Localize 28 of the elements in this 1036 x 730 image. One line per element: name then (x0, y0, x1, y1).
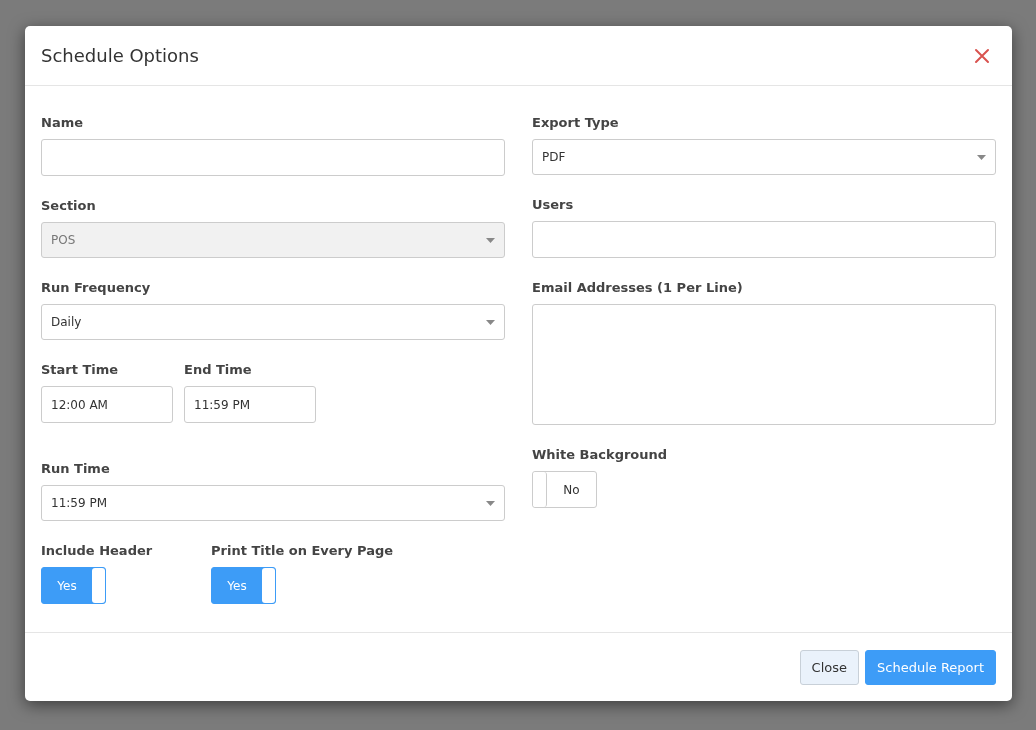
caret-icon (977, 154, 986, 160)
input-field[interactable]: 11:59 PM (184, 386, 316, 423)
input-field[interactable] (41, 139, 505, 176)
field-label: End Time (184, 362, 253, 379)
field-label: Print Title on Every Page (211, 543, 394, 560)
caret-icon (486, 237, 495, 243)
close-button[interactable]: Close (799, 649, 860, 685)
dropdown[interactable]: Daily (41, 304, 505, 340)
dropdown[interactable]: PDF (532, 139, 996, 175)
field-label: Name (41, 115, 84, 132)
field-label: Start Time (41, 362, 120, 379)
input-field[interactable] (532, 304, 996, 425)
dialog-title: Schedule Options (41, 45, 199, 66)
field-label: Section (41, 198, 97, 215)
field-label: Email Addresses (1 Per Line) (532, 280, 744, 297)
dropdown[interactable]: 11:59 PM (41, 485, 505, 521)
field-label: Run Time (41, 461, 111, 478)
toggle-switch[interactable]: No (532, 471, 597, 508)
field-label: Run Frequency (41, 280, 152, 297)
field-label: Export Type (532, 115, 620, 132)
close-icon (974, 47, 990, 64)
input-field[interactable] (532, 221, 996, 258)
caret-icon (486, 319, 495, 325)
field-label: White Background (532, 447, 669, 464)
input-field[interactable]: 12:00 AM (41, 386, 173, 423)
field-label: Users (532, 197, 575, 214)
field-label: Include Header (41, 543, 153, 560)
caret-icon (486, 500, 495, 506)
